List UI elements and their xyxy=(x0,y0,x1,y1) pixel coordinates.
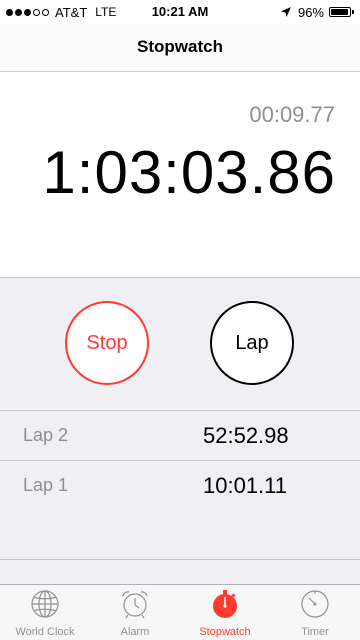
status-bar: AT&T LTE 10:21 AM 96% xyxy=(0,0,360,24)
tab-label: World Clock xyxy=(15,626,75,638)
lap-time: 10:01.11 xyxy=(203,473,288,498)
lap-row: Lap 1 10:01.11 xyxy=(0,460,360,510)
alarm-clock-icon xyxy=(122,591,148,619)
tab-stopwatch[interactable]: Stopwatch xyxy=(180,585,270,640)
status-right: 96% xyxy=(280,4,354,20)
timer-display: 00:09.77 1:03:03.86 xyxy=(0,72,360,278)
location-arrow-icon xyxy=(280,7,291,17)
tab-world-clock[interactable]: World Clock xyxy=(0,585,90,640)
stopwatch-icon xyxy=(213,590,237,618)
lap-button[interactable]: Lap xyxy=(210,301,294,385)
lap-time: 52:52.98 xyxy=(203,423,289,448)
current-lap-time: 00:09.77 xyxy=(249,102,335,127)
tab-label: Timer xyxy=(301,626,329,638)
stop-button[interactable]: Stop xyxy=(65,301,149,385)
navigation-bar: Stopwatch xyxy=(0,24,360,72)
timer-icon xyxy=(301,590,329,618)
battery-tip xyxy=(352,10,354,14)
globe-icon xyxy=(31,590,59,618)
tab-bar: World Clock Alarm Stopwatch Timer xyxy=(0,584,360,640)
total-elapsed-time: 1:03:03.86 xyxy=(42,139,336,206)
battery-percent: 96% xyxy=(297,4,324,20)
tab-label: Stopwatch xyxy=(199,626,251,638)
lap-label: Lap 1 xyxy=(23,475,69,495)
controls-area: Stop Lap Lap 2 52:52.98 Lap 1 10:01.11 xyxy=(0,278,360,584)
lap-row: Lap 2 52:52.98 xyxy=(0,410,360,460)
battery-level xyxy=(331,9,348,15)
tab-alarm[interactable]: Alarm xyxy=(90,585,180,640)
lap-list: Lap 2 52:52.98 Lap 1 10:01.11 xyxy=(0,410,360,560)
lap-label: Lap 2 xyxy=(23,425,69,445)
empty-lap-row xyxy=(0,510,360,560)
tab-label: Alarm xyxy=(120,626,150,638)
tab-timer[interactable]: Timer xyxy=(270,585,360,640)
page-title: Stopwatch xyxy=(137,37,223,56)
battery-icon xyxy=(329,7,351,17)
